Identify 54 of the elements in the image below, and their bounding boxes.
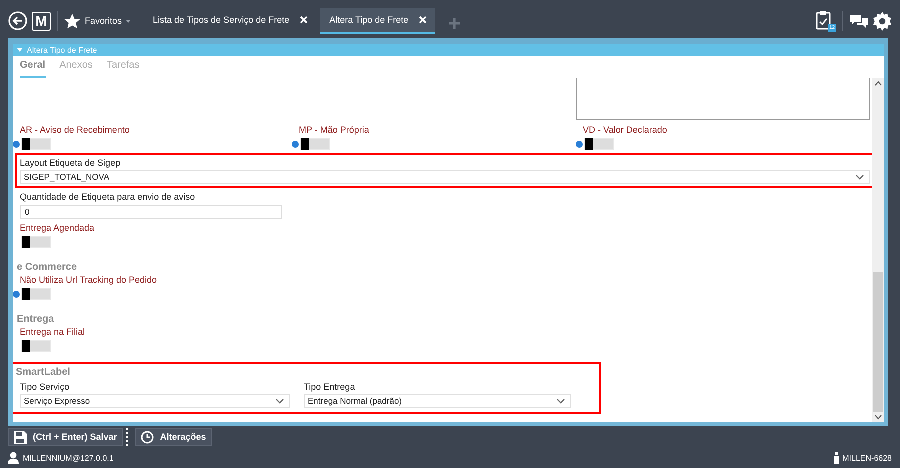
scrollbar[interactable] xyxy=(872,78,884,422)
scroll-down-icon[interactable] xyxy=(874,415,882,420)
form-tab[interactable]: Geral xyxy=(20,56,46,78)
caret-icon[interactable] xyxy=(126,19,132,23)
user-label: MILLENNIUM@127.0.0.1 xyxy=(23,454,114,462)
help-icon[interactable] xyxy=(13,140,20,148)
info-icon[interactable] xyxy=(834,452,839,464)
toggle-switch[interactable] xyxy=(21,236,51,248)
field-label: VD - Valor Declarado xyxy=(583,124,668,136)
field-label: Entrega Agendada xyxy=(20,222,96,234)
chevron-down-icon xyxy=(557,398,565,404)
user-icon xyxy=(8,452,19,464)
help-icon[interactable] xyxy=(292,140,299,148)
back-icon[interactable] xyxy=(8,11,28,31)
star-icon[interactable] xyxy=(64,12,81,30)
panel-title: Altera Tipo de Frete xyxy=(27,46,98,54)
toggle-switch[interactable] xyxy=(584,138,614,150)
field-label: MP - Mão Própria xyxy=(299,124,370,136)
section-heading: Entrega xyxy=(16,313,56,326)
help-icon[interactable] xyxy=(576,140,583,148)
field-label: Quantidade de Etiqueta para envio de aviso xyxy=(20,191,196,203)
help-icon[interactable] xyxy=(13,290,20,298)
close-icon[interactable] xyxy=(300,16,308,24)
clock-icon xyxy=(141,430,154,444)
section-heading: e Commerce xyxy=(16,261,78,274)
document-tab[interactable]: Altera Tipo de Frete xyxy=(320,8,435,34)
toggle-switch[interactable] xyxy=(21,340,51,352)
field-label: AR - Aviso de Recebimento xyxy=(20,124,131,136)
toggle-switch[interactable] xyxy=(21,288,51,300)
favorites-menu[interactable]: Favoritos xyxy=(85,16,122,26)
text-area[interactable] xyxy=(576,78,870,120)
logo[interactable]: M xyxy=(32,12,51,30)
select-field[interactable]: Serviço Expresso xyxy=(20,394,290,408)
chevron-down-icon xyxy=(856,174,864,180)
scroll-up-icon[interactable] xyxy=(874,81,882,86)
quantity-field[interactable]: 0 xyxy=(20,205,282,219)
version-label: MILLEN-6628 xyxy=(842,454,892,462)
select-field[interactable]: Entrega Normal (padrão) xyxy=(304,394,571,408)
save-button[interactable]: (Ctrl + Enter) Salvar xyxy=(8,428,124,446)
field-label: Entrega na Filial xyxy=(20,326,86,338)
field-label: Tipo Serviço xyxy=(20,381,71,393)
history-button[interactable]: Alterações xyxy=(135,428,212,446)
chat-icon[interactable] xyxy=(849,13,869,29)
field-label: Não Utiliza Url Tracking do Pedido xyxy=(20,274,158,286)
close-icon[interactable] xyxy=(418,16,427,24)
document-tab[interactable]: Lista de Tipos de Serviço de Frete xyxy=(143,8,316,34)
field-label: Tipo Entrega xyxy=(304,381,356,393)
section-heading: SmartLabel xyxy=(16,366,72,379)
chevron-down-icon xyxy=(276,398,284,404)
settings-icon[interactable] xyxy=(873,12,892,30)
field-label: Layout Etiqueta de Sigep xyxy=(20,157,122,169)
toggle-switch[interactable] xyxy=(21,138,51,150)
layout-select[interactable]: SIGEP_TOTAL_NOVA xyxy=(20,170,870,184)
toggle-switch[interactable] xyxy=(300,138,330,150)
